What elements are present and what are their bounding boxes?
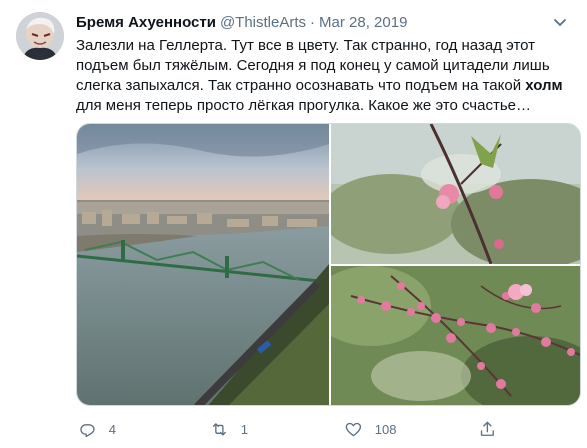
chevron-down-icon[interactable] — [550, 12, 570, 32]
display-name[interactable]: Бремя Ахуенности — [76, 14, 216, 31]
reply-icon — [80, 423, 95, 437]
tweet-actions: 4 1 108 — [76, 414, 581, 444]
share-icon — [480, 421, 494, 436]
photo-pink-blossoms[interactable] — [331, 266, 580, 405]
photo-blossom-branch[interactable] — [331, 124, 580, 264]
tweet-text-part1: Залезли на Геллерта. Тут все в цвету. Та… — [76, 37, 550, 94]
tweet-header: Бремя Ахуенности @ThistleArts · Mar 28, … — [76, 12, 576, 32]
tweet-text-bold: холм — [525, 77, 563, 94]
retweet-icon — [212, 422, 226, 436]
reply-count: 4 — [108, 421, 116, 437]
tweet-text-part2: для меня теперь просто лёгкая прогулка. … — [76, 97, 531, 114]
photo-budapest-bridge[interactable] — [77, 124, 329, 405]
tweet-body: Бремя Ахуенности @ThistleArts · Mar 28, … — [76, 12, 581, 437]
media-grid — [76, 123, 581, 406]
tweet-date[interactable]: Mar 28, 2019 — [319, 14, 407, 31]
tweet-text: Залезли на Геллерта. Тут все в цвету. Та… — [76, 36, 576, 116]
heart-icon — [345, 422, 362, 436]
like-count: 108 — [374, 421, 397, 437]
retweet-button[interactable]: 1 — [210, 414, 248, 444]
retweet-count: 1 — [240, 421, 248, 437]
reply-button[interactable]: 4 — [78, 414, 116, 444]
user-handle[interactable]: @ThistleArts — [220, 14, 306, 31]
separator-dot: · — [310, 13, 316, 31]
like-button[interactable]: 108 — [344, 414, 396, 444]
share-button[interactable] — [478, 414, 497, 444]
avatar[interactable] — [16, 12, 64, 60]
